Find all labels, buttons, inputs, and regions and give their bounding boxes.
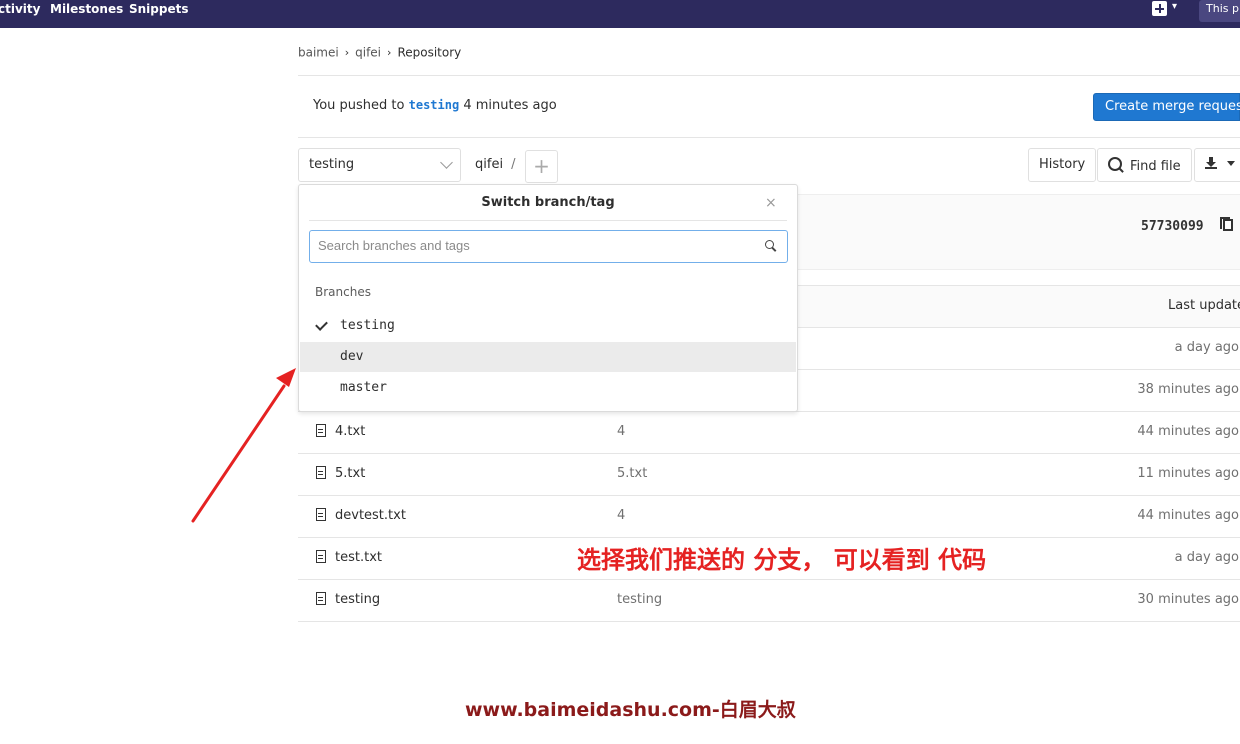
annotation-text: 选择我们推送的 分支， 可以看到 代码: [577, 546, 987, 574]
watermark: www.baimeidashu.com-白眉大叔: [465, 699, 796, 721]
annotation-arrow-icon: [191, 368, 296, 523]
